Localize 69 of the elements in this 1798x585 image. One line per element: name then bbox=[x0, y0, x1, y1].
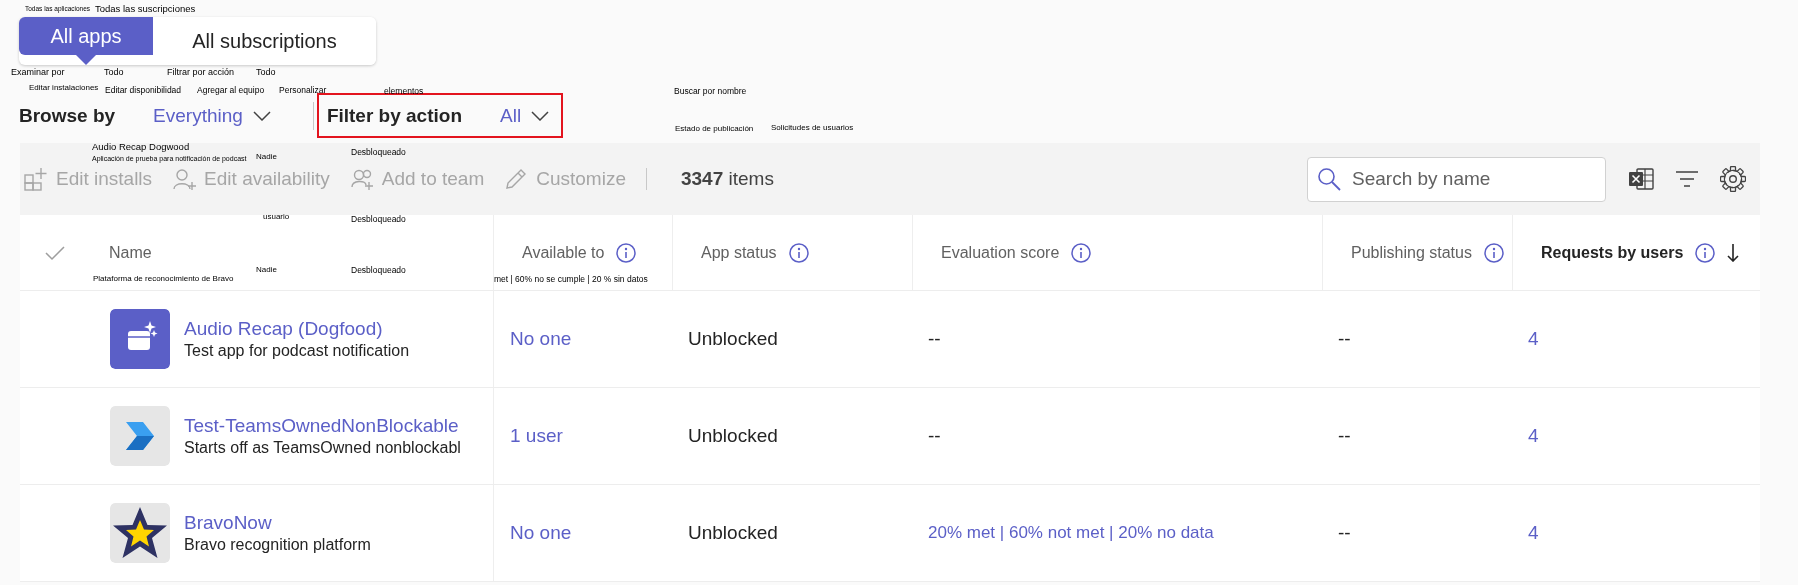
overlay-label: met | 60% no se cumple | 20 % sin datos bbox=[494, 275, 648, 284]
app-name-link[interactable]: Audio Recap (Dogfood) bbox=[184, 318, 410, 340]
overlay-label: Desbloqueado bbox=[351, 266, 406, 275]
overlay-label: Plataforma de reconocimiento de Bravo bbox=[93, 275, 234, 283]
filter-icon[interactable] bbox=[1676, 171, 1698, 187]
app-icon bbox=[110, 309, 170, 369]
filter-dropdown[interactable]: All bbox=[500, 104, 550, 127]
overlay-label: Desbloqueado bbox=[351, 148, 406, 157]
table-cell: -- bbox=[1338, 522, 1351, 544]
overlay-label: Editar instalaciones bbox=[29, 84, 99, 92]
app-icon bbox=[110, 406, 170, 466]
tab-pointer-icon bbox=[76, 55, 96, 65]
chevron-down-icon bbox=[531, 110, 550, 121]
table-cell: Unblocked bbox=[688, 328, 778, 350]
table-cell: -- bbox=[1338, 328, 1351, 350]
grid-plus-icon bbox=[24, 167, 48, 191]
column-header[interactable]: Name bbox=[109, 243, 152, 262]
item-count: 3347 items bbox=[681, 168, 774, 190]
requests-link[interactable]: 4 bbox=[1528, 328, 1539, 350]
checkmark-icon[interactable] bbox=[45, 244, 65, 261]
settings-icon[interactable] bbox=[1720, 166, 1746, 192]
app-name-link[interactable]: Test-TeamsOwnedNonBlockable bbox=[184, 415, 461, 437]
evaluation-link[interactable]: 20% met | 60% not met | 20% no data bbox=[928, 523, 1214, 543]
overlay-label: Examinar por bbox=[11, 68, 65, 77]
overlay-label: Audio Recap Dogwood bbox=[92, 142, 190, 152]
overlay-label: Desbloqueado bbox=[351, 215, 406, 224]
overlay-label: Todo bbox=[104, 68, 124, 77]
availability-link[interactable]: 1 user bbox=[510, 425, 563, 447]
people-plus-icon bbox=[349, 167, 374, 191]
filter-label: Filter by action bbox=[326, 104, 462, 127]
overlay-label: Editar disponibilidad bbox=[105, 86, 182, 95]
table-cell: -- bbox=[928, 328, 941, 350]
app-description: Starts off as TeamsOwned nonblockabl bbox=[184, 439, 461, 457]
table-cell: Unblocked bbox=[688, 522, 778, 544]
column-header[interactable]: Available to bbox=[522, 243, 605, 262]
overlay-label: Estado de publicación bbox=[675, 125, 754, 133]
tab[interactable]: All subscriptions bbox=[153, 17, 376, 65]
overlay-label: Personalizar bbox=[279, 86, 327, 95]
overlay-label: Nadie bbox=[256, 266, 277, 274]
availability-link[interactable]: No one bbox=[510, 522, 572, 544]
overlay-label: Agregar al equipo bbox=[197, 86, 265, 95]
requests-link[interactable]: 4 bbox=[1528, 425, 1539, 447]
overlay-label: Todo bbox=[256, 68, 276, 77]
overlay-label: Todas las suscripciones bbox=[95, 4, 196, 14]
column-header[interactable]: Evaluation score bbox=[941, 243, 1060, 262]
browse-dropdown[interactable]: Everything bbox=[153, 104, 271, 127]
chevron-down-icon bbox=[252, 110, 271, 121]
app-description: Bravo recognition platform bbox=[184, 536, 371, 554]
table-cell: -- bbox=[928, 425, 941, 447]
overlay-label: Buscar por nombre bbox=[674, 87, 747, 96]
search-field[interactable]: Search by name bbox=[1307, 156, 1606, 202]
requests-link[interactable]: 4 bbox=[1528, 522, 1539, 544]
spreadsheet-icon[interactable] bbox=[1628, 167, 1654, 191]
overlay-label: usuario bbox=[263, 213, 290, 221]
column-header[interactable]: App status bbox=[701, 243, 777, 262]
search-icon bbox=[1317, 166, 1341, 191]
column-header[interactable]: Requests by users bbox=[1541, 243, 1684, 262]
browse-label: Browse by bbox=[19, 104, 116, 127]
column-header[interactable]: Publishing status bbox=[1351, 243, 1472, 262]
overlay-label: Filtrar por acción bbox=[167, 68, 235, 77]
app-description: Test app for podcast notification bbox=[184, 342, 410, 360]
app-name-link[interactable]: BravoNow bbox=[184, 512, 371, 534]
app-icon bbox=[110, 503, 170, 563]
table-cell: Unblocked bbox=[688, 425, 778, 447]
availability-link[interactable]: No one bbox=[510, 328, 572, 350]
overlay-label: Solicitudes de usuarios bbox=[771, 124, 854, 132]
overlay-label: Nadie bbox=[256, 153, 277, 161]
table-cell: -- bbox=[1338, 425, 1351, 447]
person-plus-icon bbox=[172, 167, 197, 191]
